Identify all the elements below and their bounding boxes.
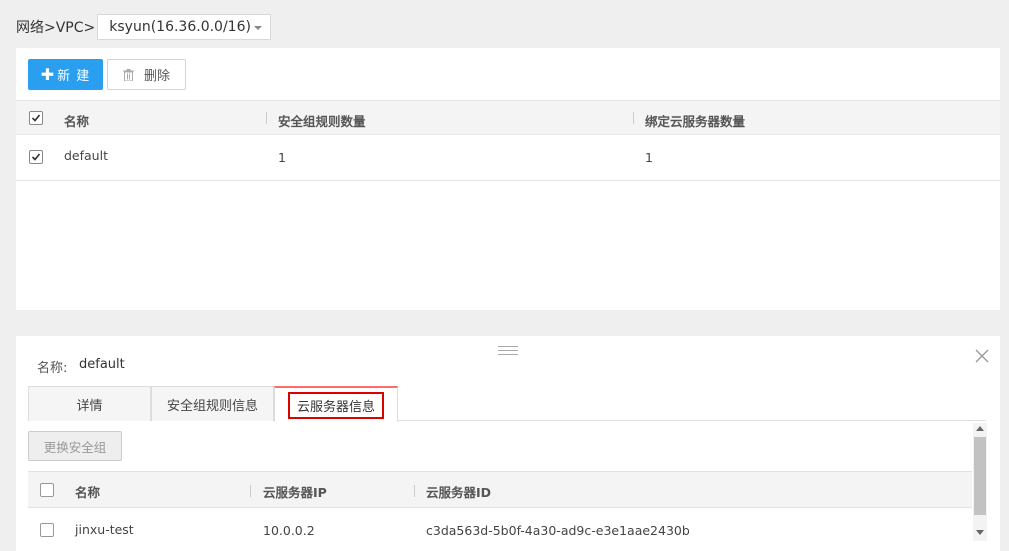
tab-security-rules[interactable]: 安全组规则信息	[151, 386, 274, 421]
column-divider	[266, 112, 267, 124]
column-header-server-id: 云服务器ID	[426, 485, 492, 500]
delete-button-label: 删除	[143, 69, 170, 84]
column-divider	[250, 485, 251, 497]
tab-details[interactable]: 详情	[28, 386, 151, 421]
trash-icon	[122, 68, 134, 81]
scroll-up-icon[interactable]	[976, 426, 984, 431]
cell-server-id: c3da563d-5b0f-4a30-ad9c-e3e1aae2430b	[426, 523, 690, 538]
breadcrumb: 网络>VPC> ksyun(16.36.0.0/16)	[16, 14, 271, 40]
cell-server-count: 1	[645, 150, 653, 165]
check-icon	[31, 153, 41, 161]
table-row[interactable]: default 1 1	[16, 135, 1000, 181]
server-table-header: 名称 云服务器IP 云服务器ID	[28, 471, 972, 508]
detail-tabs: 详情 安全组规则信息 云服务器信息	[28, 386, 986, 422]
column-divider	[414, 485, 415, 497]
scroll-down-icon[interactable]	[976, 530, 984, 535]
security-group-panel: ✚ 新 建 删除 名称 安全组规则数量 绑定云服务器数量 default 1 1	[16, 48, 1000, 310]
breadcrumb-path: 网络>VPC>	[16, 20, 96, 36]
check-icon	[31, 114, 41, 122]
detail-name-value: default	[79, 357, 125, 372]
cell-rule-count: 1	[278, 150, 286, 165]
column-header-server-count: 绑定云服务器数量	[645, 114, 746, 129]
column-header-name: 名称	[64, 114, 90, 129]
cell-server-name: jinxu-test	[75, 522, 134, 537]
tab-label: 云服务器信息	[287, 391, 384, 419]
table-row[interactable]: jinxu-test 10.0.0.2 c3da563d-5b0f-4a30-a…	[28, 508, 972, 551]
plus-icon: ✚	[40, 64, 56, 84]
new-button[interactable]: ✚ 新 建	[28, 59, 103, 90]
select-all-checkbox[interactable]	[40, 483, 54, 497]
vertical-scrollbar[interactable]	[973, 423, 987, 541]
cell-name: default	[64, 148, 108, 163]
chevron-down-icon	[253, 26, 262, 30]
tab-servers[interactable]: 云服务器信息	[274, 386, 398, 422]
close-icon[interactable]	[974, 348, 990, 364]
detail-panel: 名称: default 详情 安全组规则信息 云服务器信息 更换安全组 名称 云…	[16, 336, 1000, 551]
scrollbar-thumb[interactable]	[974, 437, 986, 515]
row-checkbox[interactable]	[29, 150, 43, 164]
column-header-rule-count: 安全组规则数量	[278, 114, 366, 129]
row-checkbox[interactable]	[40, 523, 54, 537]
delete-button[interactable]: 删除	[107, 59, 186, 90]
vpc-select-value: ksyun(16.36.0.0/16)	[109, 19, 251, 35]
select-all-checkbox[interactable]	[29, 111, 43, 125]
cell-server-ip: 10.0.0.2	[263, 523, 315, 538]
tab-label: 安全组规则信息	[166, 398, 258, 414]
change-security-group-button[interactable]: 更换安全组	[28, 431, 122, 461]
new-button-label: 新 建	[57, 69, 91, 84]
detail-name-label: 名称:	[37, 361, 68, 376]
column-header-server-ip: 云服务器IP	[263, 485, 327, 500]
column-header-name: 名称	[75, 485, 101, 500]
vpc-select[interactable]: ksyun(16.36.0.0/16)	[97, 14, 271, 40]
drag-handle-icon[interactable]	[498, 346, 518, 356]
table-header: 名称 安全组规则数量 绑定云服务器数量	[16, 100, 1000, 135]
tab-label: 详情	[76, 398, 103, 414]
column-divider	[633, 112, 634, 124]
